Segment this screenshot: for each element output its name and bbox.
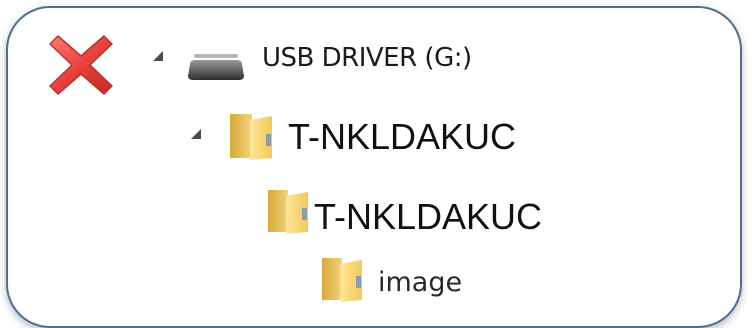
- folder-icon: [268, 190, 308, 234]
- tree-item-label: USB DRIVER (G:): [262, 43, 472, 73]
- tree-item-label: T-NKLDAKUC: [288, 116, 517, 157]
- tree-item-label: image: [378, 266, 463, 298]
- expanded-arrow-icon[interactable]: [190, 128, 202, 140]
- tree-item-label: T-NKLDAKUC: [314, 196, 543, 237]
- expanded-arrow-icon[interactable]: [152, 50, 164, 62]
- folder-icon: [322, 258, 362, 302]
- usb-drive-icon: [188, 54, 244, 80]
- folder-icon: [230, 114, 272, 160]
- red-x-icon: [49, 35, 113, 95]
